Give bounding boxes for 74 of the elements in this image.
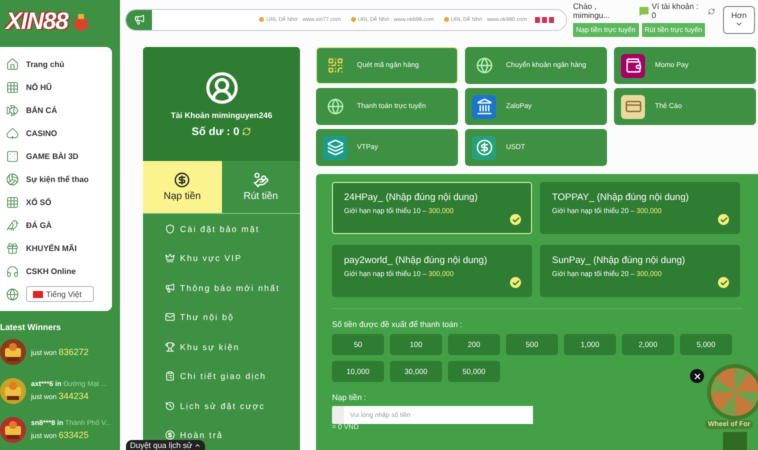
bank-icon [472,94,496,118]
megaphone-icon [134,14,144,25]
sidebar-item[interactable]: Sự kiện thể thao [26,174,89,184]
coin-icon [174,172,190,188]
tab[interactable]: Nạp tiền [143,161,222,213]
check-icon [510,214,521,225]
refresh-icon[interactable] [708,8,716,14]
balance: Số dư : 0 [192,126,240,138]
logo[interactable]: XIN88 [6,8,68,36]
channel-name: 24HPay_ (Nhập đúng nội dung) [344,192,479,203]
account-menu-item[interactable]: Cài đặt bảo mật [180,224,260,234]
crown-icon [165,253,175,264]
globe-icon [6,288,19,301]
wallet-balance: Ví tài khoản : 0 [652,2,700,20]
deposit-label: Nạp tiền : [332,393,368,402]
coin-icon [472,136,496,160]
message-icon [638,6,649,16]
tooltip: Duyệt qua lịch sử [126,440,206,450]
megaphone-icon [165,282,175,293]
grid-icon [6,196,19,209]
clipboard-icon [165,371,175,382]
sidebar-item[interactable]: Trang chủ [26,60,64,69]
section-title: Latest Winners [0,322,62,332]
close-icon [692,372,702,380]
ball-icon [6,172,19,186]
hand-coin-icon [252,172,269,188]
wallet-icon [621,54,645,78]
greeting: Chào , mimingu... [573,2,611,20]
channel-name: TOPPAY_ (Nhập đúng nội dung) [552,192,690,203]
sidebar-item[interactable]: GAME BÀI 3D [26,152,78,161]
coin-icon [165,430,175,440]
layers-icon [323,136,347,160]
refresh-icon[interactable] [242,127,252,136]
sidebar-item[interactable]: NỔ HŨ [26,82,52,92]
amounts-label: Số tiền được đề xuất để thanh toán : [332,320,464,329]
win-amount: 836272 [58,346,89,357]
home-icon [6,58,19,71]
check-icon [510,277,521,288]
account-name: Tài Khoản miminguyen246 [170,110,272,120]
gift-icon [6,242,19,255]
sidebar-item[interactable]: CSKH Online [26,266,76,276]
account-menu-item[interactable]: Thư nội bộ [180,312,234,322]
fish-icon [6,104,19,117]
mail-icon [165,312,175,322]
caret-up-icon [194,442,202,449]
flag-icon [33,290,43,298]
history-icon [165,400,175,411]
account-menu-item[interactable]: Hoàn trả [180,430,224,440]
channel-name: pay2world_ (Nhập đúng nội dung) [344,255,488,266]
sidebar-item[interactable]: CASINO [26,128,58,138]
account-menu-item[interactable]: Lịch sử đặt cược [180,400,265,411]
check-icon [718,214,729,225]
headset-icon [6,264,19,278]
channel-name: SunPay_ (Nhập đúng nội dung) [552,255,686,266]
sidebar-item[interactable]: KHUYẾN MÃI [26,244,77,253]
language-select[interactable]: Tiếng Việt [26,286,94,302]
win-amount: 633425 [58,430,89,440]
win-amount: 344234 [58,391,89,402]
dice-icon [6,150,19,163]
check-icon [718,277,729,288]
more-button[interactable]: Hơn [723,6,755,34]
avatar-icon [204,70,238,104]
account-menu-item[interactable]: Khu sự kiện [180,342,240,352]
bird-icon [6,218,19,232]
sidebar-item[interactable]: ĐÁ GÀ [26,220,52,230]
shield-icon [165,224,175,234]
flag-strip-icon [533,16,554,22]
sidebar-item[interactable]: BẮN CÁ [26,106,58,115]
sidebar-item[interactable]: XỔ SỐ [26,198,52,207]
account-menu-item[interactable]: Khu vực VIP [180,253,242,264]
account-menu-item[interactable]: Chi tiết giao dịch [180,371,266,382]
account-menu-item[interactable]: Thông báo mới nhất [180,282,280,293]
trophy-icon [165,342,175,352]
chevron-down-icon [735,20,743,28]
